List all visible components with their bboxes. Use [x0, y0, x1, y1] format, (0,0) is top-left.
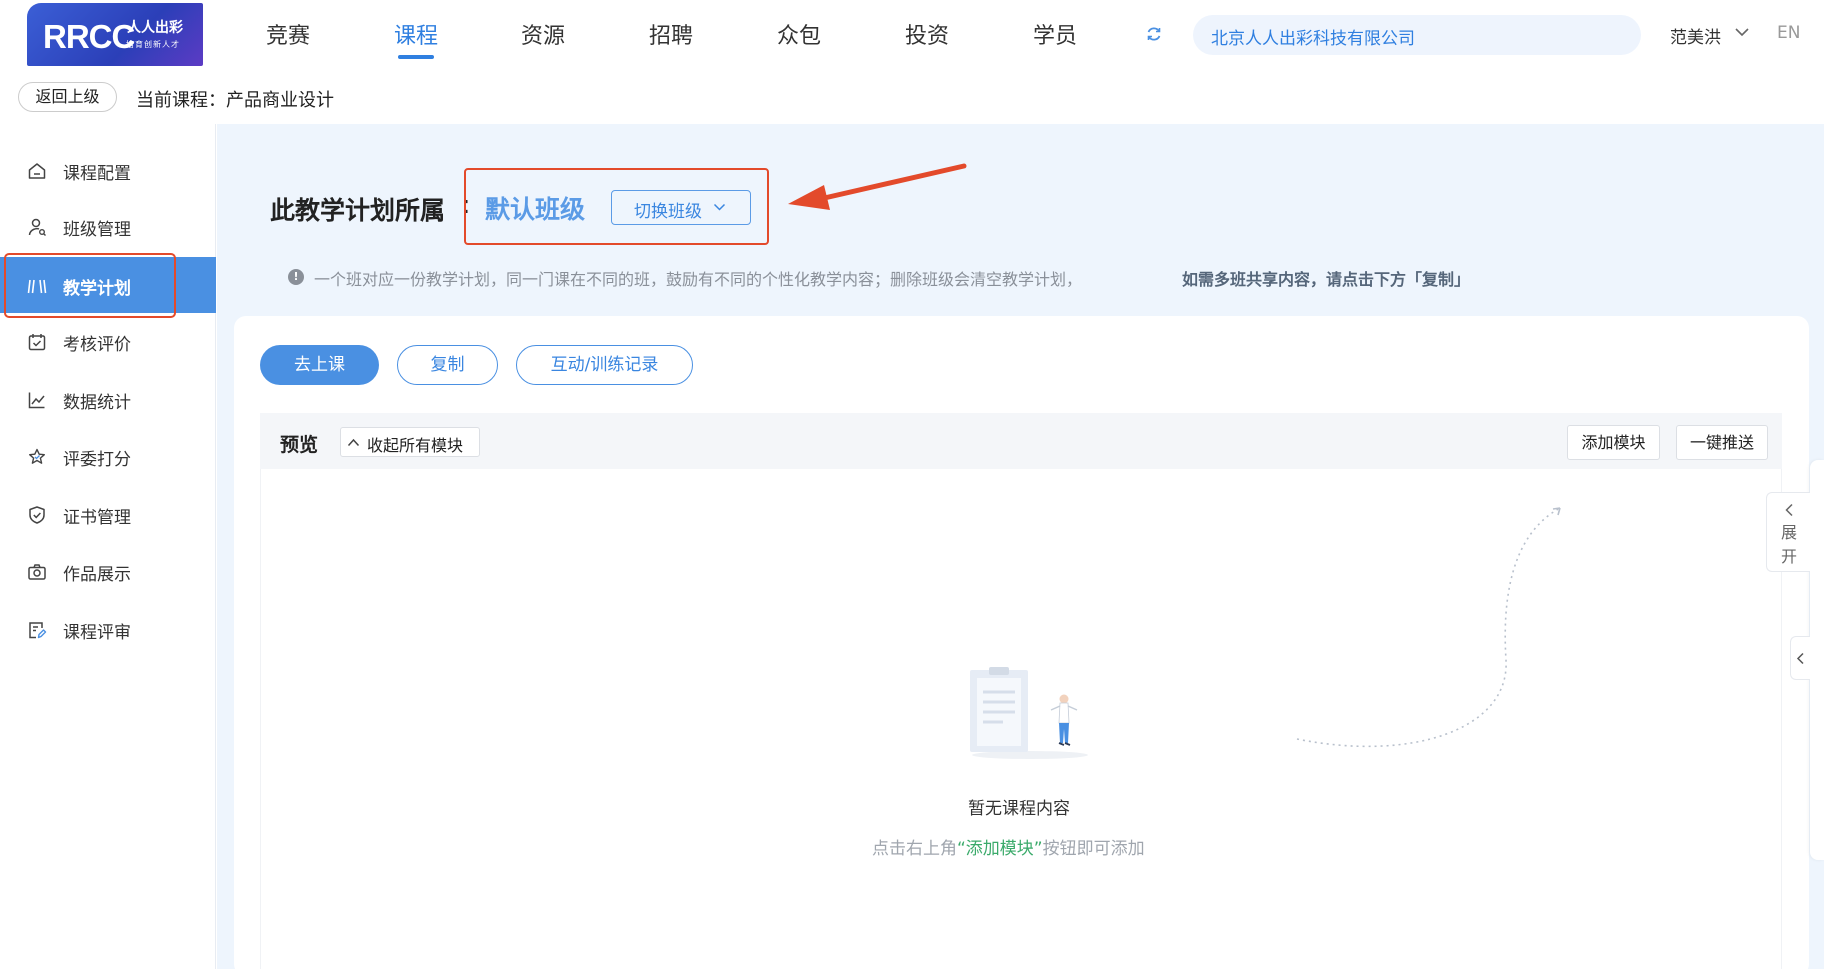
chevron-down-icon[interactable]: [1735, 27, 1749, 37]
sidebar-item-assessment[interactable]: 考核评价: [0, 313, 216, 369]
user-name[interactable]: 范美洪: [1670, 23, 1721, 48]
sidebar-item-statistics[interactable]: 数据统计: [0, 371, 216, 427]
refresh-icon[interactable]: [1145, 25, 1163, 43]
expand-char: 开: [1781, 547, 1798, 566]
expand-panel-tab[interactable]: 展 开: [1766, 492, 1810, 572]
nav-active-indicator: [398, 55, 434, 59]
nav-item-invest[interactable]: 投资: [905, 18, 949, 50]
sidebar-item-label: 班级管理: [63, 220, 131, 240]
sidebar-item-certificates[interactable]: 证书管理: [0, 486, 216, 542]
preview-toolbar: [260, 413, 1782, 469]
plan-notice-emphasis: 如需多班共享内容，请点击下方「复制」: [1182, 270, 1471, 289]
info-icon: !: [288, 269, 304, 285]
nav-item-resources[interactable]: 资源: [521, 18, 565, 50]
sidebar-item-class-management[interactable]: 班级管理: [0, 198, 216, 254]
nav-item-competition[interactable]: 竞赛: [266, 18, 310, 50]
side-collapse-toggle[interactable]: [1790, 636, 1810, 680]
empty-hint: 点击右上角“添加模块”按钮即可添加: [872, 834, 1145, 859]
nav-item-recruit[interactable]: 招聘: [649, 18, 693, 50]
empty-content-illustration-icon: [970, 667, 1088, 759]
current-course-label: 当前课程：产品商业设计: [136, 90, 334, 111]
company-selector[interactable]: 北京人人出彩科技有限公司: [1193, 15, 1641, 55]
language-switch[interactable]: EN: [1777, 23, 1800, 43]
empty-hint-highlight: “添加模块”: [957, 839, 1043, 859]
chevron-left-icon: [1796, 652, 1804, 665]
sidebar-item-label: 考核评价: [63, 335, 131, 355]
annotation-arrow-icon: [788, 163, 967, 210]
empty-title: 暂无课程内容: [968, 799, 1070, 819]
annotation-highlight-class: [464, 168, 769, 245]
sidebar-item-label: 作品展示: [63, 565, 131, 585]
interaction-record-button[interactable]: 互动/训练记录: [516, 345, 693, 385]
star-icon: [29, 448, 45, 464]
collapse-all-button[interactable]: 收起所有模块: [340, 427, 480, 457]
plan-notice: 一个班对应一份教学计划，同一门课在不同的班，鼓励有不同的个性化教学内容；删除班级…: [314, 270, 1083, 289]
empty-hint-prefix: 点击右上角: [872, 839, 957, 859]
sidebar-item-label: 证书管理: [63, 508, 131, 528]
sidebar-item-judge-scoring[interactable]: 评委打分: [0, 428, 216, 484]
annotation-highlight-sidebar: [4, 253, 176, 318]
collapse-all-label: 收起所有模块: [367, 436, 464, 455]
sidebar-item-label: 数据统计: [63, 393, 131, 413]
preview-title: 预览: [280, 434, 319, 456]
line-chart-icon: [28, 392, 45, 409]
right-drawer-edge: [1810, 460, 1824, 860]
logo-cn-name: 人人出彩: [127, 20, 183, 36]
home-icon: [28, 163, 46, 179]
add-module-button[interactable]: 添加模块: [1567, 425, 1660, 460]
review-icon: [29, 622, 47, 639]
chevron-left-icon: [1785, 503, 1793, 517]
empty-hint-suffix: 按钮即可添加: [1042, 839, 1145, 859]
expand-char: 展: [1781, 523, 1798, 542]
sidebar-item-course-review[interactable]: 课程评审: [0, 601, 216, 657]
go-to-class-button[interactable]: 去上课: [260, 345, 379, 385]
nav-item-students[interactable]: 学员: [1033, 18, 1077, 50]
rrcc-logo[interactable]: RRCC 人人出彩 培育创新人才: [27, 3, 203, 66]
sidebar-item-label: 课程配置: [63, 164, 131, 184]
logo-slogan: 培育创新人才: [126, 40, 180, 49]
plan-owner-title: 此教学计划所属: [270, 196, 446, 225]
sidebar-item-label: 评委打分: [63, 450, 131, 470]
sidebar: 课程配置 班级管理 教学计划 考核评价 数据统计 评委打分 证书管理 作品展示 …: [0, 124, 216, 969]
one-click-push-button[interactable]: 一键推送: [1676, 425, 1768, 460]
nav-item-course[interactable]: 课程: [394, 18, 438, 50]
sidebar-item-course-config[interactable]: 课程配置: [0, 142, 216, 198]
user-search-icon: [28, 218, 46, 236]
logo-mark: RRCC: [43, 18, 135, 55]
back-button[interactable]: 返回上级: [18, 82, 117, 112]
dotted-guide-arrow-icon: [1296, 507, 1561, 748]
top-nav-bar: RRCC 人人出彩 培育创新人才 竞赛 课程 资源 招聘 众包 投资 学员 北京…: [0, 0, 1824, 70]
chevron-up-icon: [347, 438, 360, 447]
camera-icon: [28, 564, 46, 580]
shield-check-icon: [29, 506, 45, 524]
calendar-check-icon: [28, 334, 46, 351]
nav-item-crowdsource[interactable]: 众包: [777, 18, 821, 50]
sidebar-item-works[interactable]: 作品展示: [0, 543, 216, 599]
copy-button[interactable]: 复制: [397, 345, 498, 385]
sidebar-item-label: 课程评审: [63, 623, 131, 643]
